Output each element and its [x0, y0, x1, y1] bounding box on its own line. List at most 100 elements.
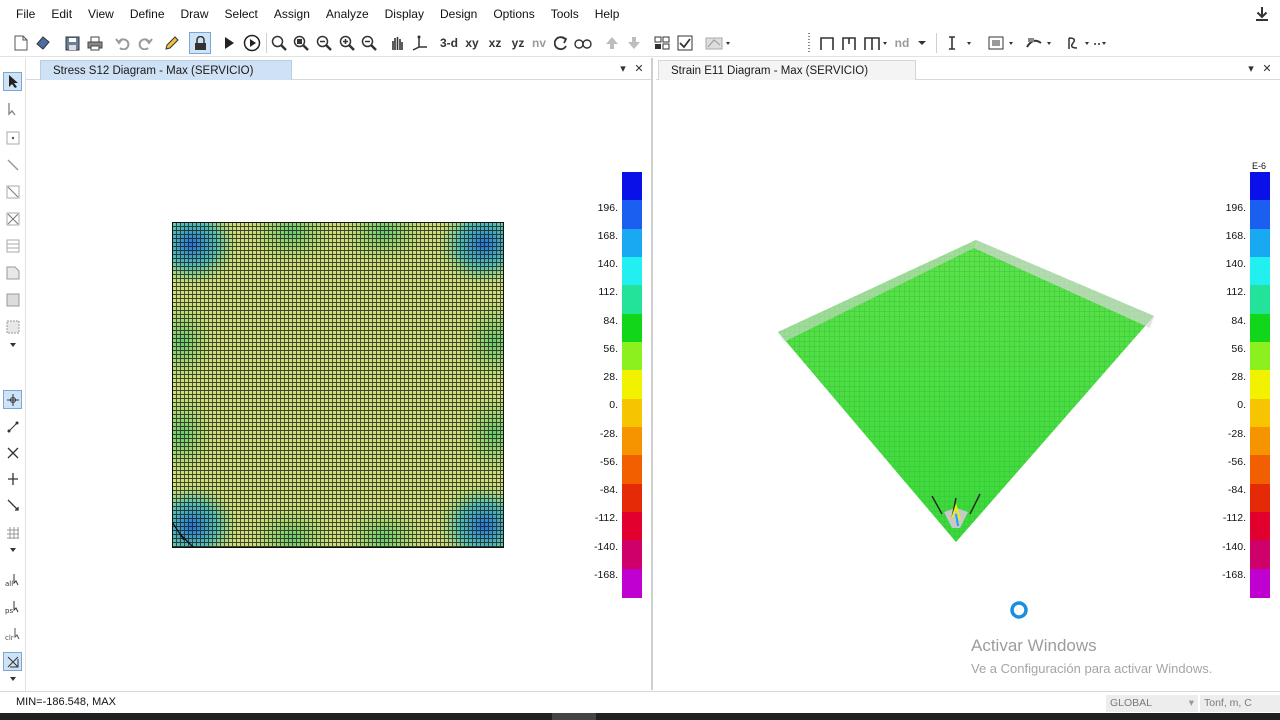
- menu-assign[interactable]: Assign: [266, 0, 318, 29]
- menu-define[interactable]: Define: [122, 0, 173, 29]
- menu-display[interactable]: Display: [377, 0, 432, 29]
- zoom-window-icon[interactable]: [270, 32, 288, 54]
- more-tools-down-icon[interactable]: [3, 340, 22, 350]
- menu-draw[interactable]: Draw: [173, 0, 217, 29]
- run-analysis-icon[interactable]: [220, 32, 238, 54]
- zoom-full-icon[interactable]: [292, 32, 310, 54]
- move-up-icon[interactable]: [603, 32, 621, 54]
- save-icon[interactable]: [63, 32, 81, 54]
- activation-watermark-title: Activar Windows: [971, 636, 1097, 655]
- menu-edit[interactable]: Edit: [43, 0, 80, 29]
- download-icon[interactable]: [1254, 6, 1270, 22]
- select-point-icon[interactable]: [3, 390, 22, 409]
- view-xz-button[interactable]: xz: [485, 32, 505, 54]
- select-poly-icon[interactable]: [3, 417, 22, 436]
- menu-options[interactable]: Options: [485, 0, 542, 29]
- text-cursor-icon[interactable]: [945, 32, 977, 54]
- zoom-out-icon[interactable]: [360, 32, 378, 54]
- draw-rect-area-icon[interactable]: [3, 290, 22, 309]
- pan-icon[interactable]: [388, 32, 406, 54]
- pencil-icon[interactable]: [163, 32, 181, 54]
- select-grid-icon[interactable]: [3, 523, 22, 542]
- right-panel-close-icon[interactable]: ✕: [1260, 62, 1274, 76]
- previous-select-icon[interactable]: ps: [3, 597, 22, 616]
- draw-brace-icon[interactable]: [3, 209, 22, 228]
- draw-portal-icon[interactable]: [840, 32, 858, 54]
- section-icon[interactable]: [985, 32, 1019, 54]
- menu-help[interactable]: Help: [587, 0, 628, 29]
- rotate-icon[interactable]: [552, 32, 570, 54]
- units-dropdown[interactable]: Tonf, m, C: [1200, 695, 1280, 712]
- draw-frame-line-icon[interactable]: [3, 155, 22, 174]
- more-snap-down-icon[interactable]: [3, 674, 22, 684]
- scale-label: -56.: [1227, 456, 1246, 468]
- select-intersect-icon[interactable]: [3, 443, 22, 462]
- perspective-icon[interactable]: [573, 32, 593, 54]
- menu-analyze[interactable]: Analyze: [318, 0, 377, 29]
- snap-icon[interactable]: [3, 652, 22, 671]
- pointer-icon[interactable]: [3, 72, 22, 91]
- strain-3d-plot: [778, 240, 1154, 542]
- view-yz-button[interactable]: yz: [508, 32, 528, 54]
- deformed-shape-icon[interactable]: [1024, 32, 1056, 54]
- view-nv-button[interactable]: nv: [529, 32, 549, 54]
- draw-frame-icon[interactable]: [818, 32, 836, 54]
- draw-joints-icon[interactable]: [862, 32, 890, 54]
- quick-draw-frame-icon[interactable]: [3, 182, 22, 201]
- menu-file[interactable]: File: [8, 0, 43, 29]
- more-select-down-icon[interactable]: [3, 545, 22, 555]
- check-icon[interactable]: [676, 32, 694, 54]
- quick-draw-area-icon[interactable]: [3, 317, 22, 336]
- coord-system-dropdown[interactable]: GLOBAL ▾: [1106, 695, 1198, 712]
- left-panel-dropdown-icon[interactable]: ▾: [616, 62, 630, 76]
- scale-color-segment: [622, 342, 642, 371]
- nd-dropdown[interactable]: nd: [892, 32, 930, 54]
- new-model-icon[interactable]: [12, 32, 30, 54]
- scale-label: -28.: [599, 428, 618, 440]
- left-tabstrip: Stress S12 Diagram - Max (SERVICIO) ▾ ✕: [26, 58, 651, 80]
- zoom-in-icon[interactable]: [338, 32, 356, 54]
- scale-label: 56.: [603, 343, 618, 355]
- view-xy-button[interactable]: xy: [462, 32, 482, 54]
- run-options-icon[interactable]: [242, 32, 262, 54]
- select-diagonal-icon[interactable]: [3, 495, 22, 514]
- scale-label: 0.: [609, 399, 618, 411]
- reshape-icon[interactable]: [3, 100, 22, 119]
- svg-text:ps: ps: [5, 607, 13, 615]
- menu-view[interactable]: View: [80, 0, 122, 29]
- redo-icon[interactable]: [136, 32, 154, 54]
- open-model-icon[interactable]: [34, 32, 52, 54]
- select-all-icon[interactable]: all: [3, 570, 22, 589]
- scale-label: 168.: [597, 230, 618, 242]
- scale-color-segment: [1250, 483, 1270, 513]
- axes-icon[interactable]: [410, 32, 430, 54]
- menu-design[interactable]: Design: [432, 0, 485, 29]
- scale-label: 84.: [1231, 315, 1246, 327]
- scale-color-segment: [1250, 370, 1270, 400]
- right-tabstrip: Strain E11 Diagram - Max (SERVICIO) ▾ ✕: [656, 58, 1280, 80]
- strain-diagram-panel: Strain E11 Diagram - Max (SERVICIO) ▾ ✕: [656, 58, 1280, 690]
- object-shrink-icon[interactable]: [652, 32, 672, 54]
- clear-select-icon[interactable]: clr: [3, 624, 22, 643]
- menu-select[interactable]: Select: [217, 0, 266, 29]
- tab-stress-s12[interactable]: Stress S12 Diagram - Max (SERVICIO): [40, 60, 292, 80]
- move-down-icon[interactable]: [625, 32, 643, 54]
- lock-icon[interactable]: [189, 32, 211, 54]
- zoom-previous-icon[interactable]: [315, 32, 333, 54]
- display-options-icon[interactable]: [703, 32, 733, 54]
- left-panel-close-icon[interactable]: ✕: [632, 62, 646, 76]
- select-line-icon[interactable]: [3, 469, 22, 488]
- menu-tools[interactable]: Tools: [543, 0, 587, 29]
- units-value: Tonf, m, C: [1204, 697, 1252, 709]
- draw-grid-icon[interactable]: [3, 236, 22, 255]
- print-icon[interactable]: [86, 32, 104, 54]
- right-panel-dropdown-icon[interactable]: ▾: [1244, 62, 1258, 76]
- draw-poly-area-icon[interactable]: [3, 263, 22, 282]
- show-forces-icon[interactable]: [1062, 32, 1108, 54]
- undo-icon[interactable]: [113, 32, 131, 54]
- view-3d-button[interactable]: 3-d: [438, 32, 460, 54]
- scale-label: -112.: [594, 512, 618, 524]
- taskbar-item[interactable]: [552, 713, 596, 720]
- draw-joint-icon[interactable]: [3, 128, 22, 147]
- tab-strain-e11[interactable]: Strain E11 Diagram - Max (SERVICIO): [658, 60, 916, 80]
